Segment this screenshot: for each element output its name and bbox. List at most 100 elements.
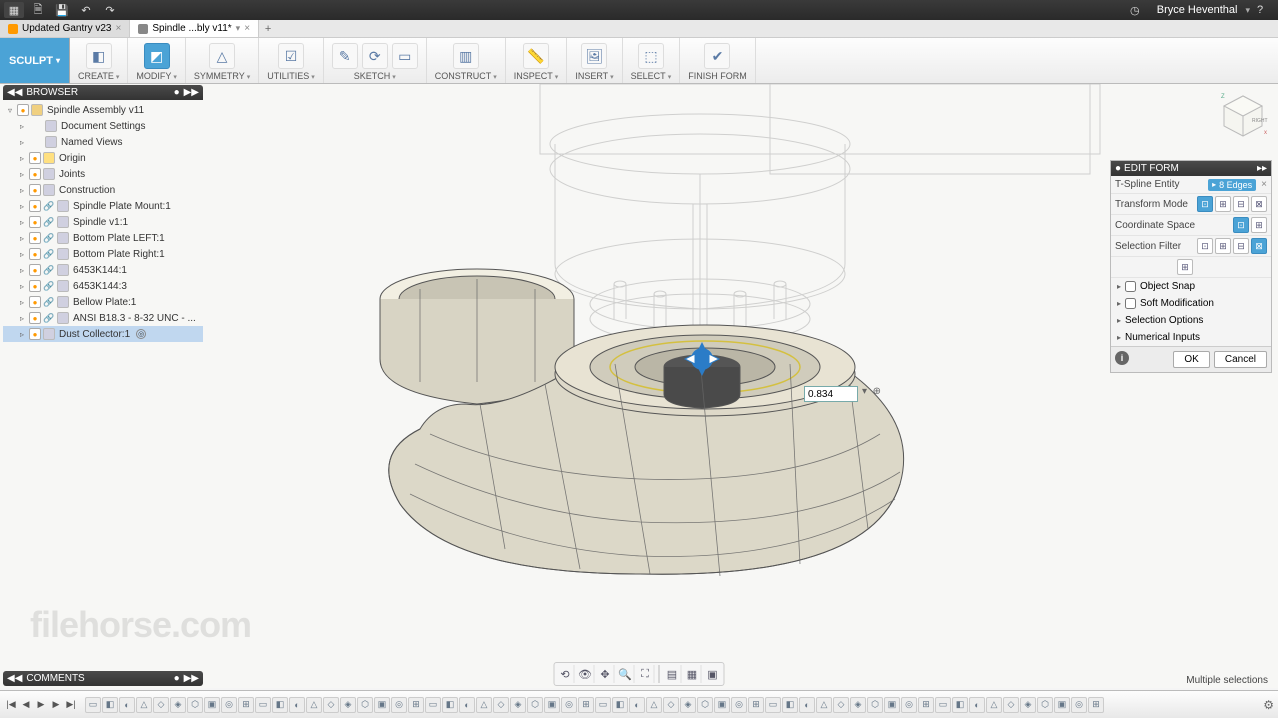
- expand-icon[interactable]: ▶▶: [184, 673, 199, 684]
- new-tab-button[interactable]: +: [259, 20, 277, 37]
- tree-item[interactable]: 🔗Bottom Plate Right:1: [3, 246, 203, 262]
- timeline-feature[interactable]: ◐: [969, 697, 985, 713]
- timeline-feature[interactable]: ◎: [1071, 697, 1087, 713]
- timeline-feature[interactable]: ▭: [595, 697, 611, 713]
- timeline-feature[interactable]: △: [476, 697, 492, 713]
- option-button[interactable]: ⊡: [1233, 217, 1249, 233]
- cancel-button[interactable]: Cancel: [1214, 351, 1267, 368]
- timeline-feature[interactable]: ▣: [1054, 697, 1070, 713]
- option-button[interactable]: ⊞: [1215, 196, 1231, 212]
- dimension-input[interactable]: [804, 386, 858, 402]
- tree-item[interactable]: 🔗Spindle Plate Mount:1: [3, 198, 203, 214]
- timeline-feature[interactable]: ◐: [289, 697, 305, 713]
- pan-icon[interactable]: ✥: [597, 665, 615, 683]
- timeline-feature[interactable]: △: [306, 697, 322, 713]
- tree-item[interactable]: 🔗Bottom Plate LEFT:1: [3, 230, 203, 246]
- look-icon[interactable]: 👁: [577, 665, 595, 683]
- save-icon[interactable]: 💾: [52, 2, 72, 18]
- ribbon-group-finish-form[interactable]: ✔FINISH FORM: [680, 38, 756, 83]
- tab-dropdown-icon[interactable]: ▾: [236, 23, 241, 34]
- tool-icon[interactable]: ✎: [332, 43, 358, 69]
- option-button[interactable]: ⊟: [1233, 196, 1249, 212]
- tool-icon[interactable]: ▭: [392, 43, 418, 69]
- undo-icon[interactable]: ↶: [76, 2, 96, 18]
- section-checkbox[interactable]: [1125, 281, 1136, 292]
- dimension-stepper-icon[interactable]: ▾ ⊕: [862, 386, 881, 397]
- timeline-feature[interactable]: ◎: [561, 697, 577, 713]
- timeline-feature[interactable]: ▭: [765, 697, 781, 713]
- tool-icon[interactable]: ☑: [278, 43, 304, 69]
- timeline-feature[interactable]: ◇: [833, 697, 849, 713]
- ok-button[interactable]: OK: [1173, 351, 1209, 368]
- timeline-feature[interactable]: ▭: [935, 697, 951, 713]
- option-button[interactable]: ⊡: [1197, 196, 1213, 212]
- tree-item[interactable]: Dust Collector:1◎: [3, 326, 203, 342]
- document-tab[interactable]: Updated Gantry v23 ×: [0, 20, 130, 37]
- tree-item[interactable]: Document Settings: [3, 118, 203, 134]
- timeline-feature[interactable]: ◎: [221, 697, 237, 713]
- expand-icon[interactable]: ▸▸: [1257, 163, 1267, 174]
- timeline-feature[interactable]: ⊞: [1088, 697, 1104, 713]
- tool-icon[interactable]: ◩: [144, 43, 170, 69]
- timeline-feature[interactable]: ◈: [510, 697, 526, 713]
- timeline-feature[interactable]: ◐: [459, 697, 475, 713]
- ribbon-group-symmetry[interactable]: △SYMMETRY: [186, 38, 259, 83]
- timeline-feature[interactable]: ◈: [340, 697, 356, 713]
- timeline-feature[interactable]: ◎: [391, 697, 407, 713]
- option-button[interactable]: ⊡: [1197, 238, 1213, 254]
- tree-item[interactable]: Origin: [3, 150, 203, 166]
- info-icon[interactable]: i: [1115, 351, 1129, 365]
- timeline-feature[interactable]: ◇: [1003, 697, 1019, 713]
- timeline-feature[interactable]: ▣: [204, 697, 220, 713]
- tool-icon[interactable]: △: [209, 43, 235, 69]
- tree-item[interactable]: Construction: [3, 182, 203, 198]
- option-button[interactable]: ⊟: [1233, 238, 1249, 254]
- timeline-prev-icon[interactable]: ◀: [19, 698, 33, 712]
- document-tab-active[interactable]: Spindle ...bly v11* ▾ ×: [130, 20, 259, 37]
- timeline-feature[interactable]: △: [816, 697, 832, 713]
- timeline-feature[interactable]: ◇: [153, 697, 169, 713]
- timeline-feature[interactable]: ◈: [170, 697, 186, 713]
- option-button[interactable]: ⊞: [1251, 217, 1267, 233]
- timeline-feature[interactable]: ⬡: [187, 697, 203, 713]
- timeline-feature[interactable]: ⬡: [1037, 697, 1053, 713]
- timeline-feature[interactable]: △: [646, 697, 662, 713]
- timeline-feature[interactable]: ◇: [323, 697, 339, 713]
- tool-icon[interactable]: 🖼: [581, 43, 607, 69]
- timeline-next-icon[interactable]: ▶: [49, 698, 63, 712]
- tree-item[interactable]: Joints: [3, 166, 203, 182]
- ribbon-group-insert[interactable]: 🖼INSERT: [567, 38, 622, 83]
- comments-bar[interactable]: ◀◀ COMMENTS ● ▶▶: [3, 671, 203, 686]
- tree-item[interactable]: 🔗Spindle v1:1: [3, 214, 203, 230]
- timeline-feature[interactable]: ▣: [714, 697, 730, 713]
- tool-icon[interactable]: ◧: [86, 43, 112, 69]
- timeline-feature[interactable]: ◧: [102, 697, 118, 713]
- timeline-feature[interactable]: ◇: [493, 697, 509, 713]
- new-file-icon[interactable]: 🗎: [28, 2, 48, 18]
- ribbon-group-sketch[interactable]: ✎⟳▭SKETCH: [324, 38, 427, 83]
- display-style-icon[interactable]: ▤: [664, 665, 682, 683]
- timeline-feature[interactable]: ◎: [731, 697, 747, 713]
- viewport-icon[interactable]: ▣: [704, 665, 722, 683]
- timeline-feature[interactable]: ◈: [1020, 697, 1036, 713]
- ribbon-group-inspect[interactable]: 📏INSPECT: [506, 38, 568, 83]
- timeline-settings-icon[interactable]: ⚙: [1263, 698, 1274, 712]
- grid-icon[interactable]: ▦: [684, 665, 702, 683]
- panel-section[interactable]: ▸Soft Modification: [1111, 295, 1271, 312]
- timeline-feature[interactable]: ▭: [255, 697, 271, 713]
- selection-tag[interactable]: ▸ 8 Edges: [1208, 179, 1256, 191]
- fit-icon[interactable]: ⛶: [637, 665, 655, 683]
- timeline-feature[interactable]: ⬡: [527, 697, 543, 713]
- timeline-feature[interactable]: ◐: [799, 697, 815, 713]
- timeline-feature[interactable]: ⊞: [408, 697, 424, 713]
- timeline-feature[interactable]: ◧: [952, 697, 968, 713]
- timeline-play-icon[interactable]: ▶: [34, 698, 48, 712]
- timeline-feature[interactable]: ◎: [901, 697, 917, 713]
- timeline-feature[interactable]: ⊞: [578, 697, 594, 713]
- timeline-feature[interactable]: △: [136, 697, 152, 713]
- collapse-icon[interactable]: ▶▶: [184, 87, 199, 98]
- timeline-feature[interactable]: ⊞: [748, 697, 764, 713]
- section-checkbox[interactable]: [1125, 298, 1136, 309]
- ribbon-group-utilities[interactable]: ☑UTILITIES: [259, 38, 324, 83]
- panel-section[interactable]: ▸Selection Options: [1111, 312, 1271, 329]
